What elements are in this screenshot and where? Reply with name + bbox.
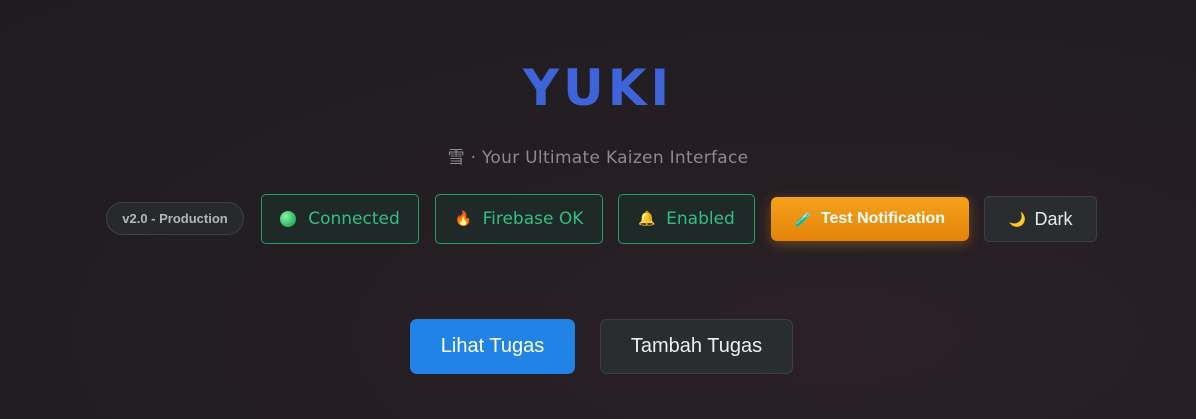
version-badge: v2.0 - Production [106,202,244,235]
test-tube-icon: 🧪 [794,210,813,227]
firebase-status: 🔥 Firebase OK [435,194,603,244]
notification-status-label: Enabled [666,209,735,229]
fire-icon: 🔥 [454,211,473,227]
moon-icon: 🌙 [1008,210,1026,227]
view-tasks-button[interactable]: Lihat Tugas [410,319,575,374]
add-task-button[interactable]: Tambah Tugas [600,319,793,374]
test-notification-label: Test Notification [820,210,946,227]
green-dot-icon [280,211,297,227]
theme-toggle-button[interactable]: 🌙 Dark [984,196,1097,242]
connection-status-label: Connected [308,209,400,229]
connection-status: Connected [261,194,419,244]
page-subtitle: 雪 · Your Ultimate Kaizen Interface [447,148,749,168]
notification-status: 🔔 Enabled [618,194,755,244]
test-notification-button[interactable]: 🧪 Test Notification [771,197,969,241]
bell-icon: 🔔 [638,211,656,227]
theme-toggle-label: Dark [1034,208,1073,229]
status-bar: v2.0 - Production Connected 🔥 Firebase O… [0,194,1196,244]
page-title: YUKI [522,59,674,117]
firebase-status-label: Firebase OK [482,209,584,229]
